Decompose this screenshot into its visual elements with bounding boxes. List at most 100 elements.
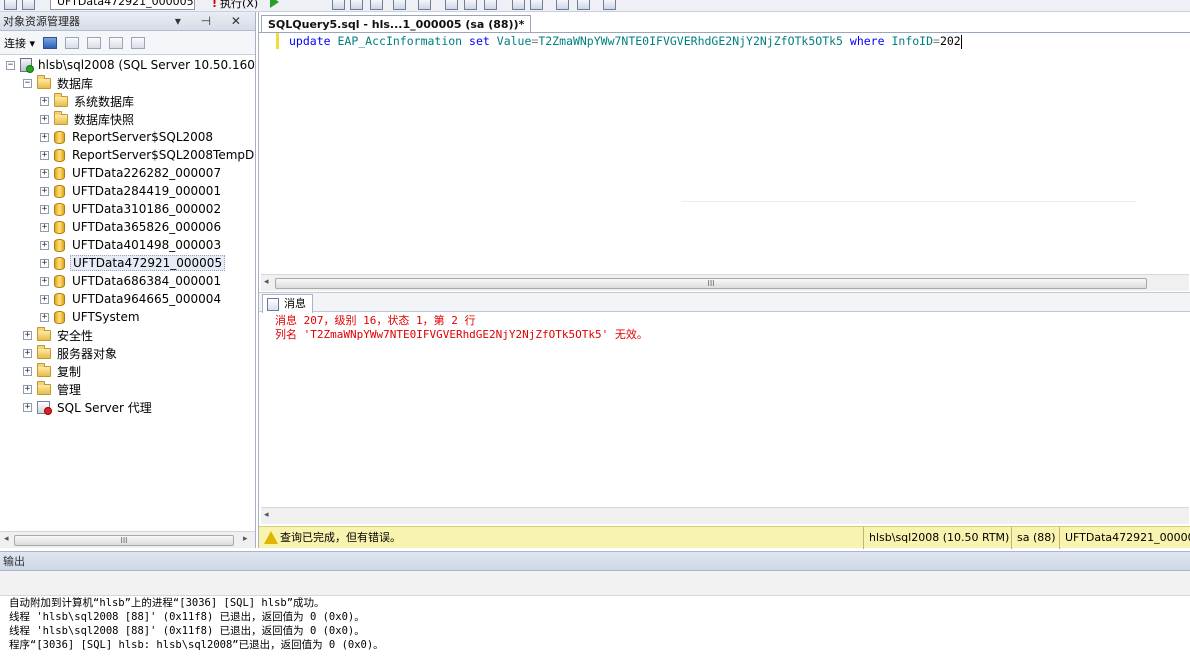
panel-window-controls[interactable]: ▾ ⊣ ✕ <box>175 12 249 31</box>
scrollbar-thumb[interactable]: III <box>14 535 234 546</box>
tree-node-database-selected[interactable]: + UFTData472921_000005 <box>40 254 226 272</box>
expand-icon[interactable]: + <box>40 132 49 142</box>
database-icon <box>54 238 65 252</box>
scroll-left-icon[interactable]: ◂ <box>264 510 269 520</box>
expand-icon[interactable]: + <box>40 276 49 286</box>
object-explorer-tree: − hlsb\sql2008 (SQL Server 10.50.1600 - … <box>0 56 255 526</box>
tree-node-database[interactable]: + ReportServer$SQL2008TempDB <box>40 146 255 164</box>
intellisense-icon[interactable] <box>484 0 497 10</box>
parse-check-icon[interactable] <box>332 0 345 10</box>
output-text[interactable]: 自动附加到计算机“hlsb”上的进程“[3036] [SQL] hlsb”成功。… <box>9 596 384 652</box>
database-icon[interactable] <box>22 0 35 10</box>
tab-messages[interactable]: 消息 <box>262 294 313 313</box>
database-icon <box>54 130 65 144</box>
uncomment-icon[interactable] <box>530 0 543 10</box>
tree-node-sql-agent[interactable]: + SQL Server 代理 <box>23 398 154 416</box>
query-options-icon[interactable] <box>445 0 458 10</box>
tree-node-databases[interactable]: − 数据库 <box>23 74 95 92</box>
tree-node-server-objects[interactable]: + 服务器对象 <box>23 344 119 362</box>
database-icon <box>54 148 65 162</box>
warning-icon <box>264 531 278 544</box>
tree-node-database[interactable]: + ReportServer$SQL2008 <box>40 128 215 146</box>
scrollbar-thumb[interactable]: III <box>275 278 1147 289</box>
object-explorer-title: 对象资源管理器 <box>3 15 80 28</box>
new-query-icon[interactable] <box>4 0 17 10</box>
expand-icon[interactable]: + <box>40 312 49 322</box>
tree-node-replication[interactable]: + 复制 <box>23 362 83 380</box>
tree-node-database[interactable]: + UFTData964665_000004 <box>40 290 223 308</box>
database-icon <box>54 292 65 306</box>
scroll-left-icon[interactable]: ◂ <box>264 277 269 287</box>
tree-node-database[interactable]: + UFTData226282_000007 <box>40 164 223 182</box>
expand-icon[interactable]: + <box>40 222 49 232</box>
results-to-text-icon[interactable] <box>350 0 363 10</box>
decrease-indent-icon[interactable] <box>556 0 569 10</box>
keyword-where: where <box>849 34 885 48</box>
refresh-icon[interactable] <box>131 36 146 49</box>
execute-button[interactable]: ! 执行(X) <box>212 0 258 11</box>
set-value: T2ZmaWNpYWw7NTE0IFVGVERhdGE2NjY2NjZfOTk5… <box>538 34 843 48</box>
stop-icon[interactable] <box>87 36 102 49</box>
expand-icon[interactable]: + <box>40 96 49 106</box>
expand-icon[interactable]: + <box>23 330 32 340</box>
database-icon <box>54 184 65 198</box>
display-plan-icon[interactable] <box>418 0 431 10</box>
tabstrip-divider <box>259 32 1190 33</box>
tree-node-database[interactable]: + UFTData284419_000001 <box>40 182 223 200</box>
tree-node-security[interactable]: + 安全性 <box>23 326 95 344</box>
expand-icon[interactable]: + <box>40 294 49 304</box>
folder-icon <box>37 380 51 395</box>
expand-icon[interactable]: + <box>23 366 32 376</box>
expand-icon[interactable]: + <box>23 348 32 358</box>
folder-icon <box>37 362 51 377</box>
results-horizontal-scrollbar[interactable]: ◂ <box>261 507 1189 524</box>
debug-play-icon[interactable] <box>270 0 279 8</box>
comment-icon[interactable] <box>512 0 525 10</box>
query-designer-icon[interactable] <box>464 0 477 10</box>
expand-icon[interactable]: + <box>40 258 49 268</box>
tree-node-database[interactable]: + UFTData310186_000002 <box>40 200 223 218</box>
include-plan-icon[interactable] <box>393 0 406 10</box>
tree-node-database[interactable]: + UFTData401498_000003 <box>40 236 223 254</box>
filter-icon[interactable] <box>109 36 124 49</box>
editor-horizontal-scrollbar[interactable]: ◂ III <box>261 274 1189 291</box>
execute-icon: ! <box>212 0 218 10</box>
specify-values-icon[interactable] <box>603 0 616 10</box>
tree-node-database[interactable]: + UFTData686384_000001 <box>40 272 223 290</box>
expand-icon[interactable]: + <box>40 186 49 196</box>
messages-pane[interactable]: 消息 207，级别 16，状态 1，第 2 行 列名 'T2ZmaWNpYWw7… <box>275 314 648 342</box>
object-explorer-toolbar: 连接 ▾ <box>0 31 255 55</box>
tree-node-management[interactable]: + 管理 <box>23 380 83 398</box>
tree-node-system-databases[interactable]: + 系统数据库 <box>40 92 136 110</box>
connect-object-explorer-icon[interactable] <box>43 36 58 49</box>
expand-icon[interactable]: + <box>40 168 49 178</box>
tree-node-database[interactable]: + UFTData365826_000006 <box>40 218 223 236</box>
increase-indent-icon[interactable] <box>577 0 590 10</box>
output-panel-header: 输出 <box>0 551 1190 571</box>
collapse-icon[interactable]: − <box>23 78 32 88</box>
scroll-left-icon[interactable]: ◂ <box>4 534 9 544</box>
tree-node-server[interactable]: − hlsb\sql2008 (SQL Server 10.50.1600 - … <box>6 56 255 74</box>
tree-node-database-snapshots[interactable]: + 数据库快照 <box>40 110 136 128</box>
tree-label: UFTData284419_000001 <box>72 184 222 198</box>
collapse-icon[interactable]: − <box>6 60 15 70</box>
disconnect-icon[interactable] <box>65 36 80 49</box>
connect-button[interactable]: 连接 ▾ <box>4 35 35 51</box>
scroll-right-icon[interactable]: ▸ <box>243 534 248 544</box>
messages-icon <box>267 297 279 311</box>
expand-icon[interactable]: + <box>40 204 49 214</box>
tree-label: ReportServer$SQL2008 <box>72 130 214 144</box>
expand-icon[interactable]: + <box>40 114 49 124</box>
results-to-grid-icon[interactable] <box>370 0 383 10</box>
tree-label: 复制 <box>57 364 82 379</box>
database-selector[interactable]: UFTData472921_000005 <box>50 0 195 10</box>
tree-horizontal-scrollbar[interactable]: ◂ III ▸ <box>0 531 255 548</box>
expand-icon[interactable]: + <box>40 240 49 250</box>
where-value: 202 <box>939 34 961 48</box>
tree-node-database[interactable]: + UFTSystem <box>40 308 142 326</box>
expand-icon[interactable]: + <box>23 402 32 412</box>
tab-sqlquery5[interactable]: SQLQuery5.sql - hls...1_000005 (sa (88))… <box>261 15 532 33</box>
expand-icon[interactable]: + <box>23 384 32 394</box>
expand-icon[interactable]: + <box>40 150 49 160</box>
query-text-editor[interactable]: update EAP_AccInformation set Value = T2Zm… <box>289 34 962 49</box>
